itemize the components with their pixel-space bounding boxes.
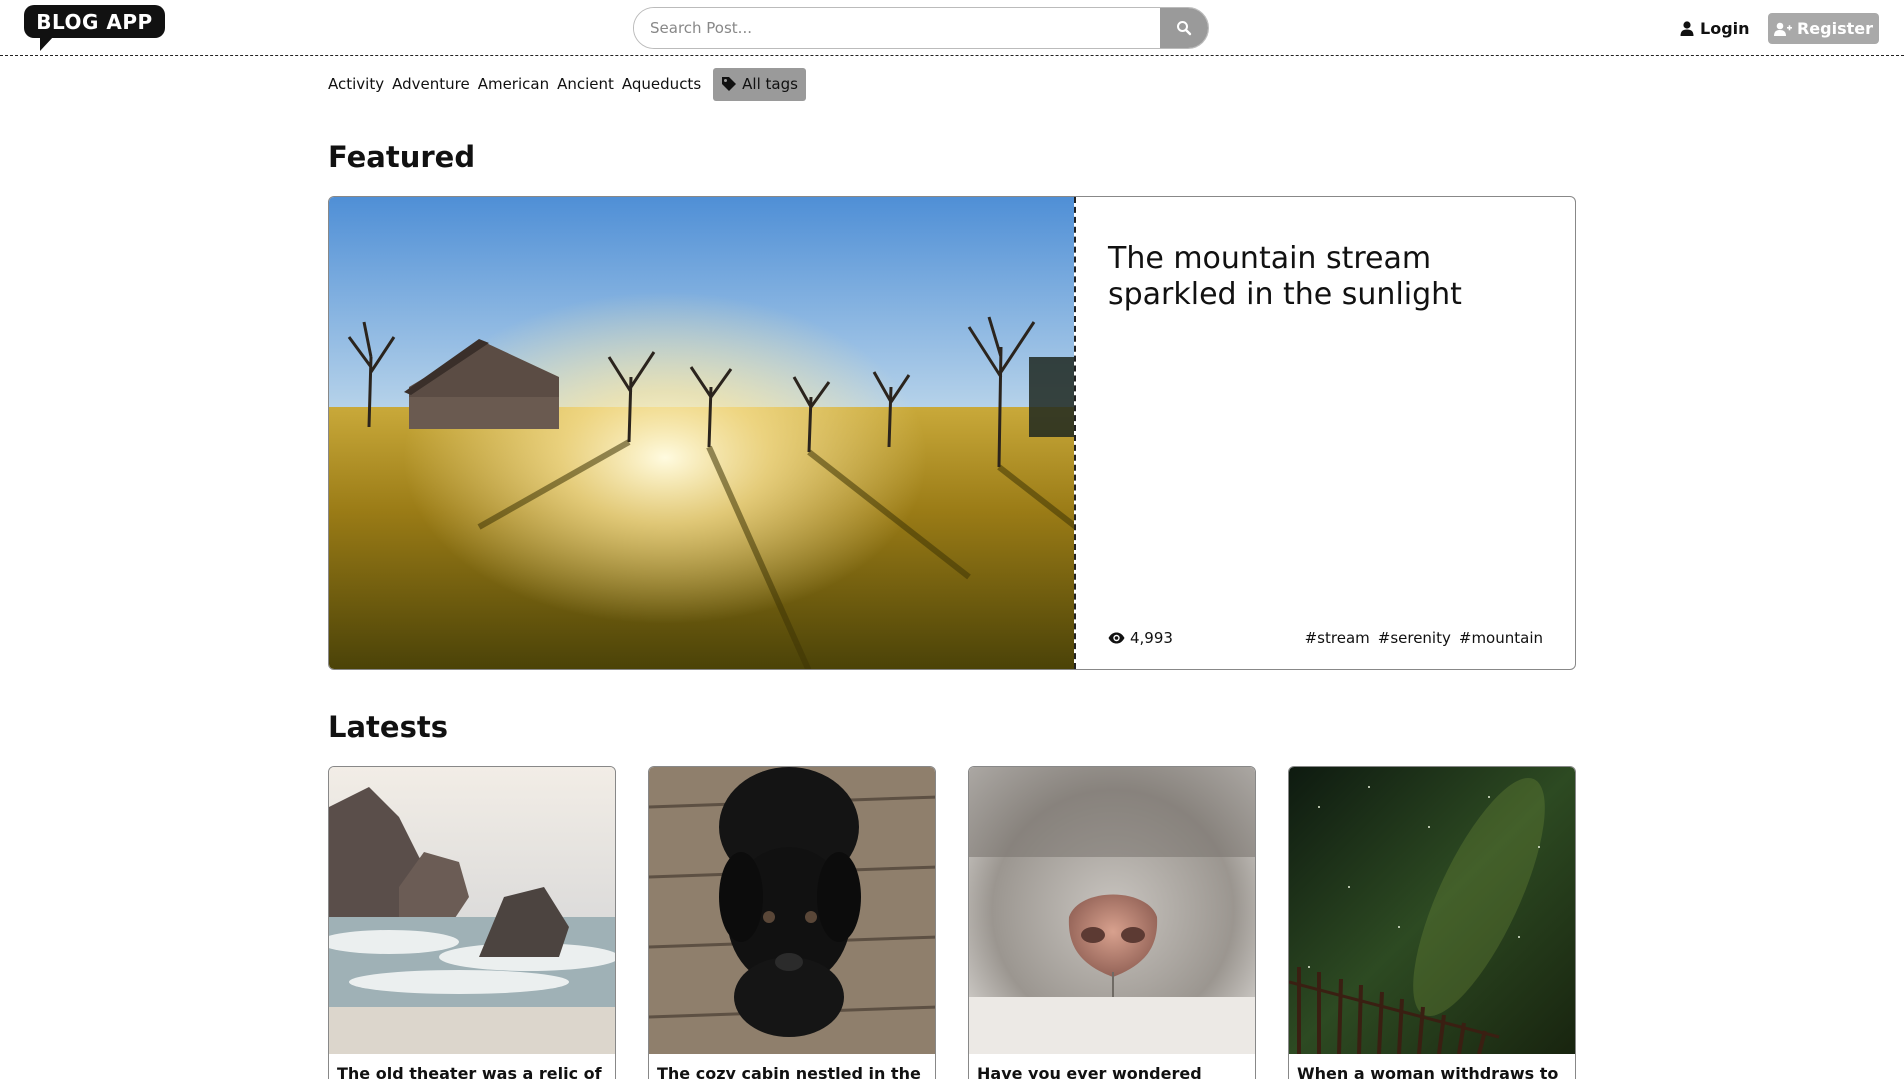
featured-post-card[interactable]: The mountain stream sparkled in the sunl… xyxy=(328,196,1576,670)
tag-link[interactable]: American xyxy=(478,75,549,93)
tag-link[interactable]: Activity xyxy=(328,75,384,93)
hashtag-link[interactable]: #stream xyxy=(1305,629,1370,647)
featured-post-body: The mountain stream sparkled in the sunl… xyxy=(1076,197,1575,669)
tag-link[interactable]: Aqueducts xyxy=(622,75,701,93)
user-icon xyxy=(1680,20,1694,36)
hashtag-link[interactable]: #serenity xyxy=(1378,629,1451,647)
post-card-image[interactable] xyxy=(1289,767,1575,1054)
meadow-sunrise-image xyxy=(329,197,1074,669)
sea-rocks-image xyxy=(329,767,615,1054)
night-sky-image xyxy=(1289,767,1575,1054)
post-card-title[interactable]: When a woman withdraws to give xyxy=(1289,1054,1575,1079)
post-card[interactable]: When a woman withdraws to give xyxy=(1288,766,1576,1079)
featured-post-image[interactable] xyxy=(329,197,1076,669)
search-button[interactable] xyxy=(1160,8,1208,48)
view-count-value: 4,993 xyxy=(1130,629,1173,647)
blog-app-logo[interactable]: BLOG APP xyxy=(24,5,165,38)
view-count: 4,993 xyxy=(1108,629,1173,647)
tag-bar: Activity Adventure American Ancient Aque… xyxy=(328,67,806,101)
register-label: Register xyxy=(1796,19,1874,38)
tag-link[interactable]: Adventure xyxy=(392,75,470,93)
featured-post-meta: 4,993 #stream #serenity #mountain xyxy=(1108,629,1543,647)
logo-speech-tail xyxy=(40,36,54,51)
animal-nose-image xyxy=(969,767,1255,1054)
post-card[interactable]: The cozy cabin nestled in the xyxy=(648,766,936,1079)
search-bar xyxy=(633,7,1209,49)
tag-link[interactable]: Ancient xyxy=(557,75,614,93)
search-icon xyxy=(1177,21,1192,36)
post-card-title[interactable]: The cozy cabin nestled in the xyxy=(649,1054,935,1079)
post-card[interactable]: Have you ever wondered about xyxy=(968,766,1256,1079)
black-puppy-image xyxy=(649,767,935,1054)
tag-icon xyxy=(722,77,737,91)
featured-heading: Featured xyxy=(328,140,476,174)
user-plus-icon xyxy=(1773,22,1792,36)
post-card-image[interactable] xyxy=(649,767,935,1054)
login-label: Login xyxy=(1700,18,1750,38)
register-button[interactable]: Register xyxy=(1768,13,1879,44)
latest-posts-grid: The old theater was a relic of a xyxy=(328,766,1576,1079)
hashtag-link[interactable]: #mountain xyxy=(1459,629,1543,647)
post-card-image[interactable] xyxy=(329,767,615,1054)
search-input[interactable] xyxy=(634,8,1160,48)
post-card-image[interactable] xyxy=(969,767,1255,1054)
login-link[interactable]: Login xyxy=(1680,17,1750,39)
post-card-title[interactable]: Have you ever wondered about xyxy=(969,1054,1255,1079)
eye-icon xyxy=(1108,632,1125,644)
featured-hashtags: #stream #serenity #mountain xyxy=(1305,629,1543,647)
top-navbar: BLOG APP Login Register xyxy=(0,0,1904,56)
latests-heading: Latests xyxy=(328,710,448,744)
featured-post-title[interactable]: The mountain stream sparkled in the sunl… xyxy=(1108,241,1543,313)
all-tags-label: All tags xyxy=(742,75,798,93)
post-card[interactable]: The old theater was a relic of a xyxy=(328,766,616,1079)
post-card-title[interactable]: The old theater was a relic of a xyxy=(329,1054,615,1079)
all-tags-button[interactable]: All tags xyxy=(713,67,806,101)
